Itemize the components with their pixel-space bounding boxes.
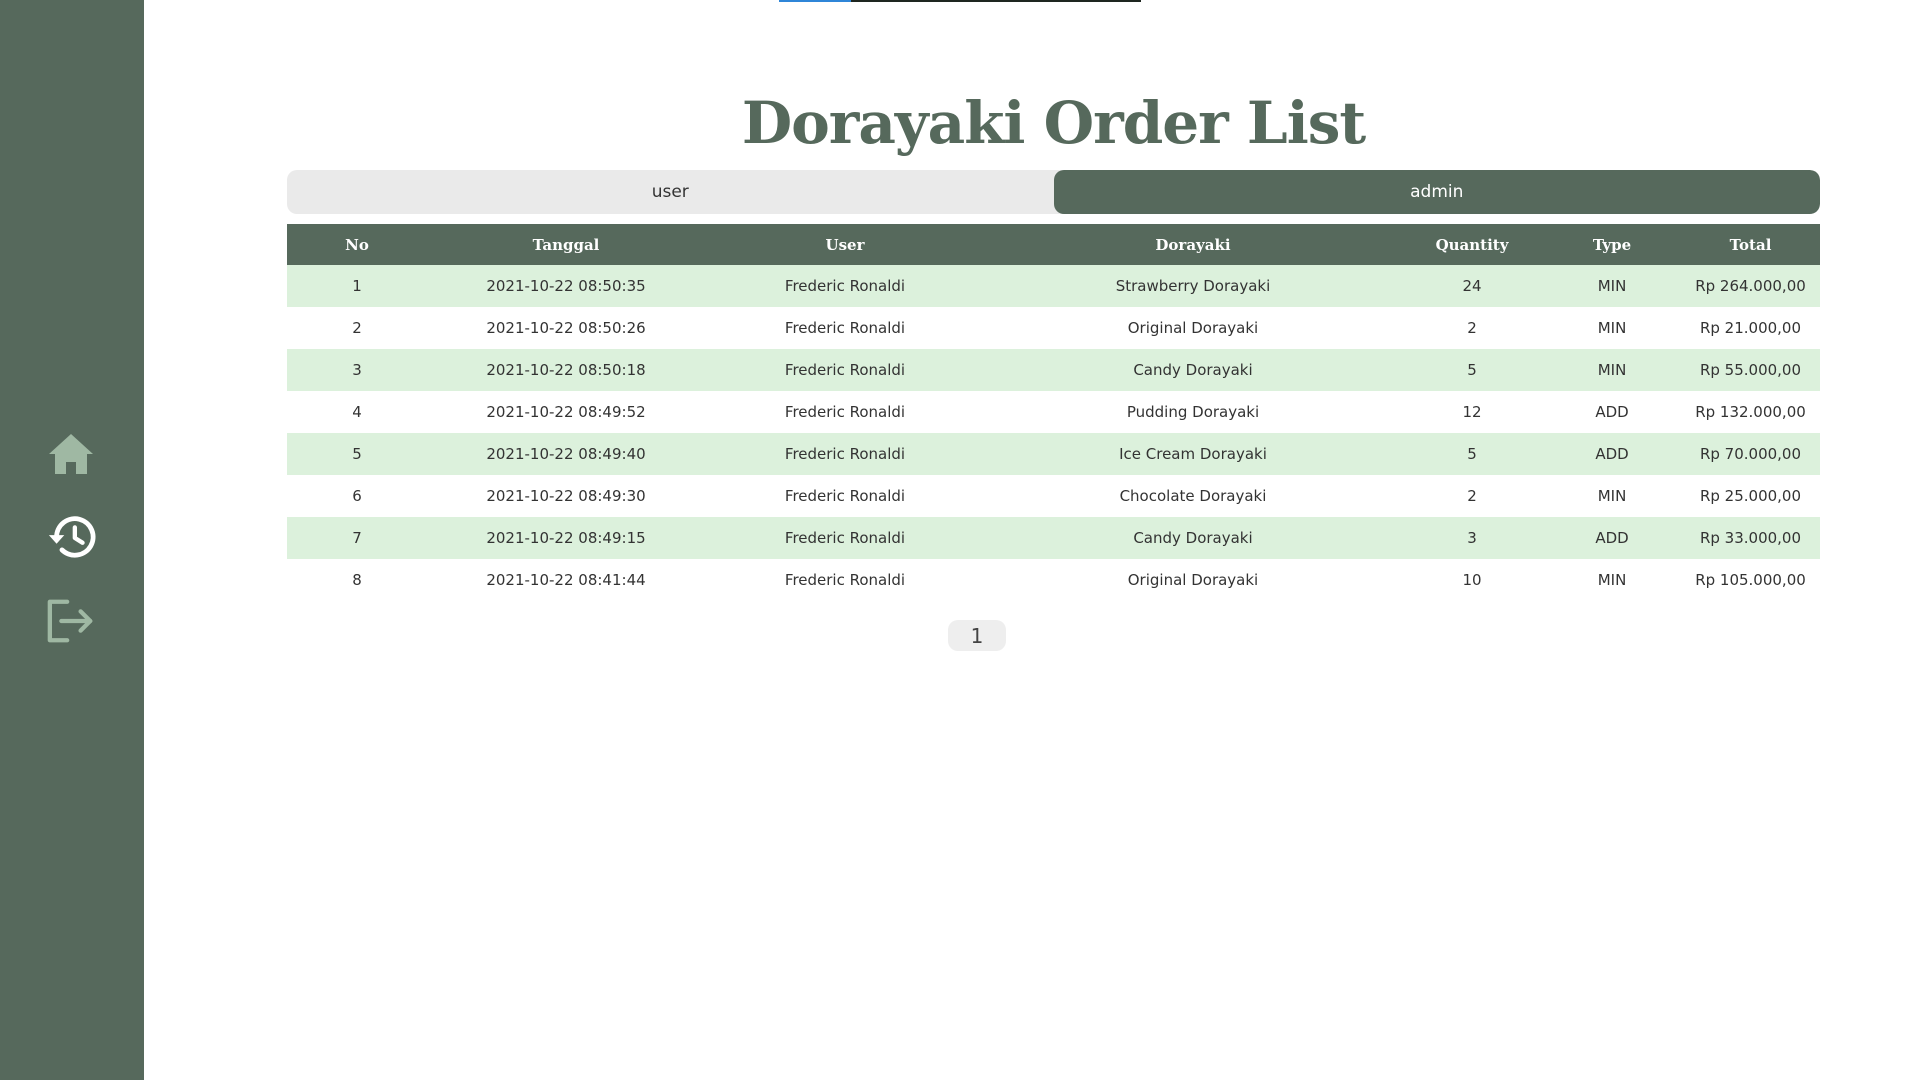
table-row: 3 2021-10-22 08:50:18 Frederic Ronaldi C… — [287, 349, 1820, 391]
cell-dorayaki: Candy Dorayaki — [985, 517, 1401, 559]
sidebar — [0, 0, 144, 1080]
cell-type: MIN — [1543, 349, 1681, 391]
cell-type: MIN — [1543, 307, 1681, 349]
cell-no: 7 — [287, 517, 427, 559]
cell-total: Rp 132.000,00 — [1681, 391, 1820, 433]
header-type: Type — [1543, 224, 1681, 265]
cell-tanggal: 2021-10-22 08:49:40 — [427, 433, 705, 475]
cell-type: ADD — [1543, 517, 1681, 559]
cell-total: Rp 70.000,00 — [1681, 433, 1820, 475]
cell-tanggal: 2021-10-22 08:50:18 — [427, 349, 705, 391]
cell-no: 2 — [287, 307, 427, 349]
cell-total: Rp 21.000,00 — [1681, 307, 1820, 349]
cell-user: Frederic Ronaldi — [705, 391, 985, 433]
cell-tanggal: 2021-10-22 08:49:30 — [427, 475, 705, 517]
table-row: 2 2021-10-22 08:50:26 Frederic Ronaldi O… — [287, 307, 1820, 349]
history-icon — [48, 516, 96, 558]
cell-total: Rp 105.000,00 — [1681, 559, 1820, 601]
cell-no: 1 — [287, 265, 427, 307]
cell-dorayaki: Original Dorayaki — [985, 559, 1401, 601]
cell-total: Rp 55.000,00 — [1681, 349, 1820, 391]
cell-user: Frederic Ronaldi — [705, 475, 985, 517]
cell-no: 3 — [287, 349, 427, 391]
cell-total: Rp 33.000,00 — [1681, 517, 1820, 559]
table-row: 7 2021-10-22 08:49:15 Frederic Ronaldi C… — [287, 517, 1820, 559]
pagination-page-1[interactable]: 1 — [948, 620, 1006, 651]
header-no: No — [287, 224, 427, 265]
page-title: Dorayaki Order List — [741, 88, 1366, 157]
header-quantity: Quantity — [1401, 224, 1543, 265]
cell-type: MIN — [1543, 265, 1681, 307]
cell-tanggal: 2021-10-22 08:50:35 — [427, 265, 705, 307]
header-total: Total — [1681, 224, 1820, 265]
header-user: User — [705, 224, 985, 265]
cell-user: Frederic Ronaldi — [705, 517, 985, 559]
cell-quantity: 3 — [1401, 517, 1543, 559]
cell-quantity: 10 — [1401, 559, 1543, 601]
progress-fill — [779, 0, 852, 2]
toggle-user-button[interactable]: user — [287, 170, 1054, 214]
cell-dorayaki: Ice Cream Dorayaki — [985, 433, 1401, 475]
cell-tanggal: 2021-10-22 08:49:15 — [427, 517, 705, 559]
sidebar-item-history[interactable] — [46, 512, 96, 562]
cell-tanggal: 2021-10-22 08:41:44 — [427, 559, 705, 601]
cell-quantity: 12 — [1401, 391, 1543, 433]
cell-total: Rp 264.000,00 — [1681, 265, 1820, 307]
table-row: 8 2021-10-22 08:41:44 Frederic Ronaldi O… — [287, 559, 1820, 601]
cell-dorayaki: Original Dorayaki — [985, 307, 1401, 349]
cell-type: MIN — [1543, 475, 1681, 517]
logout-icon — [47, 599, 93, 643]
cell-user: Frederic Ronaldi — [705, 433, 985, 475]
cell-user: Frederic Ronaldi — [705, 265, 985, 307]
sidebar-item-home[interactable] — [46, 429, 96, 479]
role-toggle: user admin — [287, 170, 1820, 214]
cell-quantity: 2 — [1401, 307, 1543, 349]
table-row: 6 2021-10-22 08:49:30 Frederic Ronaldi C… — [287, 475, 1820, 517]
cell-total: Rp 25.000,00 — [1681, 475, 1820, 517]
cell-type: ADD — [1543, 433, 1681, 475]
cell-dorayaki: Pudding Dorayaki — [985, 391, 1401, 433]
cell-quantity: 24 — [1401, 265, 1543, 307]
cell-quantity: 2 — [1401, 475, 1543, 517]
cell-type: MIN — [1543, 559, 1681, 601]
sidebar-item-logout[interactable] — [46, 596, 96, 646]
header-tanggal: Tanggal — [427, 224, 705, 265]
cell-no: 4 — [287, 391, 427, 433]
cell-type: ADD — [1543, 391, 1681, 433]
cell-dorayaki: Candy Dorayaki — [985, 349, 1401, 391]
cell-user: Frederic Ronaldi — [705, 559, 985, 601]
cell-dorayaki: Strawberry Dorayaki — [985, 265, 1401, 307]
toggle-admin-button[interactable]: admin — [1053, 170, 1820, 214]
table-header-row: No Tanggal User Dorayaki Quantity Type T… — [287, 224, 1820, 265]
orders-table: No Tanggal User Dorayaki Quantity Type T… — [287, 224, 1820, 601]
cell-dorayaki: Chocolate Dorayaki — [985, 475, 1401, 517]
cell-user: Frederic Ronaldi — [705, 349, 985, 391]
table-row: 5 2021-10-22 08:49:40 Frederic Ronaldi I… — [287, 433, 1820, 475]
cell-tanggal: 2021-10-22 08:49:52 — [427, 391, 705, 433]
cell-no: 6 — [287, 475, 427, 517]
cell-quantity: 5 — [1401, 433, 1543, 475]
cell-no: 8 — [287, 559, 427, 601]
cell-tanggal: 2021-10-22 08:50:26 — [427, 307, 705, 349]
page-loading-progress — [779, 0, 1141, 2]
table-row: 1 2021-10-22 08:50:35 Frederic Ronaldi S… — [287, 265, 1820, 307]
cell-quantity: 5 — [1401, 349, 1543, 391]
cell-user: Frederic Ronaldi — [705, 307, 985, 349]
table-row: 4 2021-10-22 08:49:52 Frederic Ronaldi P… — [287, 391, 1820, 433]
home-icon — [49, 434, 93, 474]
header-dorayaki: Dorayaki — [985, 224, 1401, 265]
cell-no: 5 — [287, 433, 427, 475]
